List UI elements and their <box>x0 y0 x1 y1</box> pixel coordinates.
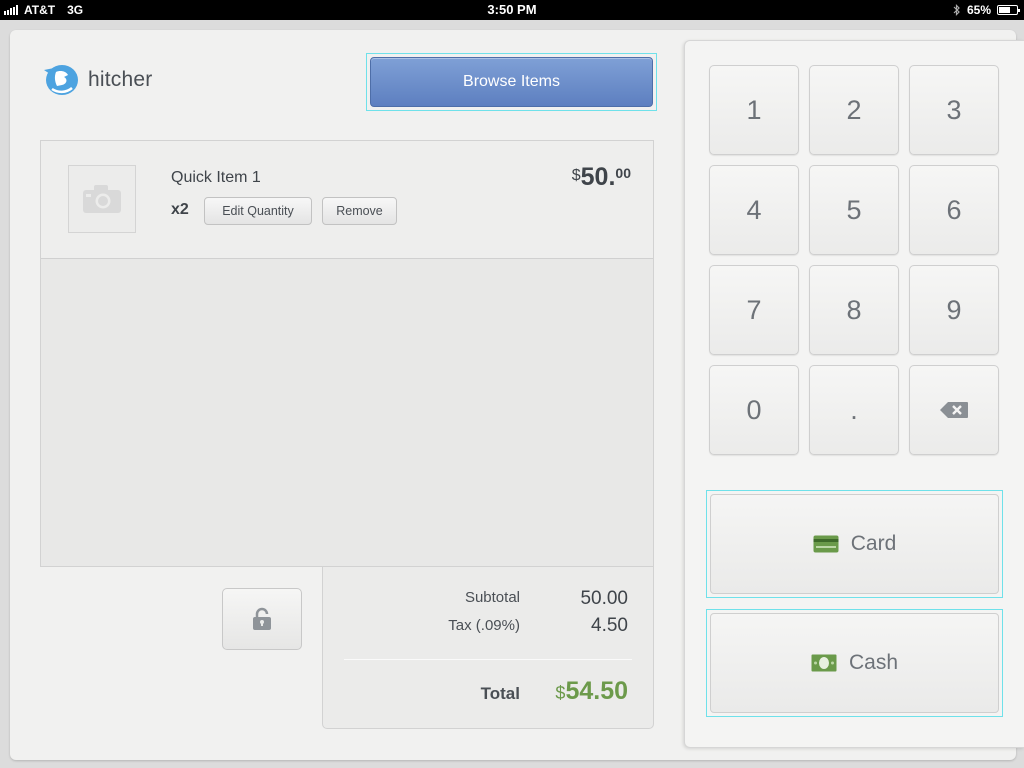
lock-icon <box>253 607 271 630</box>
price-cents: 00 <box>615 165 631 181</box>
cart-item-row[interactable]: Quick Item 1 x2 Edit Quantity Remove $ 5… <box>41 141 653 259</box>
logo-text: hitcher <box>88 68 153 91</box>
key-7[interactable]: 7 <box>709 265 799 355</box>
key-4[interactable]: 4 <box>709 165 799 255</box>
subtotal-value: 50.00 <box>580 588 628 609</box>
backspace-icon <box>940 402 968 418</box>
card-focus: Card <box>706 490 1003 598</box>
total-currency: $ <box>555 683 566 703</box>
item-name: Quick Item 1 <box>171 169 261 186</box>
cash-icon <box>811 654 837 672</box>
total-value: $54.50 <box>555 677 628 706</box>
bluetooth-icon <box>953 4 960 16</box>
lock-button[interactable] <box>222 588 302 650</box>
app-logo: hitcher <box>40 62 152 98</box>
key-6[interactable]: 6 <box>909 165 999 255</box>
key-decimal[interactable]: . <box>809 365 899 455</box>
cash-button[interactable]: Cash <box>710 613 999 713</box>
cash-label: Cash <box>848 651 899 674</box>
price-whole: 50. <box>580 163 616 191</box>
tax-value: 4.50 <box>591 615 628 636</box>
browse-items-focus: Browse Items <box>366 53 657 111</box>
remove-button[interactable]: Remove <box>322 197 397 225</box>
camera-icon <box>83 185 121 213</box>
subtotal-label: Subtotal <box>464 589 520 606</box>
status-bar: AT&T 3G 3:50 PM 65% <box>0 0 1024 20</box>
key-0[interactable]: 0 <box>709 365 799 455</box>
hitcher-logo-icon <box>44 65 78 95</box>
battery-icon <box>997 5 1020 15</box>
credit-card-icon <box>813 535 839 553</box>
key-9[interactable]: 9 <box>909 265 999 355</box>
cart-list: Quick Item 1 x2 Edit Quantity Remove $ 5… <box>40 140 654 567</box>
key-5[interactable]: 5 <box>809 165 899 255</box>
totals-divider <box>344 659 632 660</box>
key-2[interactable]: 2 <box>809 65 899 155</box>
clock: 3:50 PM <box>487 2 537 17</box>
card-button[interactable]: Card <box>710 494 999 594</box>
key-8[interactable]: 8 <box>809 265 899 355</box>
total-label: Total <box>480 684 520 703</box>
price-currency: $ <box>571 167 581 184</box>
edit-quantity-button[interactable]: Edit Quantity <box>204 197 312 225</box>
item-price: $ 50. 00 <box>572 163 631 192</box>
card-label: Card <box>850 532 897 555</box>
totals-panel: Subtotal 50.00 Tax (.09%) 4.50 Total $54… <box>322 567 654 729</box>
item-thumbnail <box>68 165 136 233</box>
cash-focus: Cash <box>706 609 1003 717</box>
tax-label: Tax (.09%) <box>448 617 520 634</box>
item-quantity: x2 <box>171 201 189 218</box>
browse-items-button[interactable]: Browse Items <box>370 57 653 107</box>
key-1[interactable]: 1 <box>709 65 799 155</box>
key-backspace[interactable] <box>909 365 999 455</box>
key-3[interactable]: 3 <box>909 65 999 155</box>
battery-percent: 65% <box>966 3 991 17</box>
total-amount: 54.50 <box>565 677 628 705</box>
